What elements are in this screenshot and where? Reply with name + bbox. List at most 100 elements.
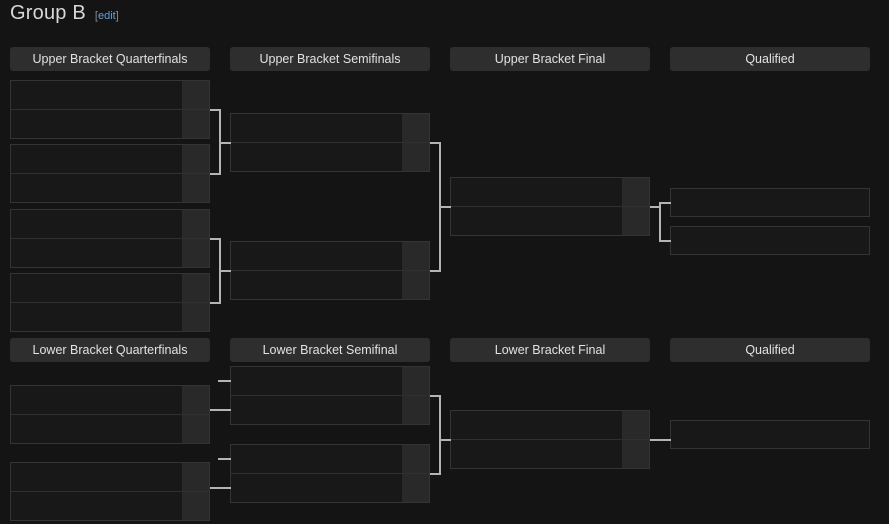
opponent-name (11, 210, 182, 238)
match-row-top[interactable] (231, 242, 429, 270)
match-upper-qf-1[interactable] (10, 80, 210, 139)
match-row-top[interactable] (11, 463, 209, 491)
match-row-bottom[interactable] (231, 473, 429, 502)
connector-upper-qualified-1-in (659, 202, 671, 204)
opponent-name (11, 463, 182, 491)
opponent-score (182, 145, 209, 173)
match-row-bottom[interactable] (11, 302, 209, 331)
match-row-bottom[interactable] (11, 414, 209, 443)
opponent-score (402, 143, 429, 171)
header-label: Qualified (745, 52, 795, 66)
match-row-top[interactable] (231, 367, 429, 395)
header-upper-quarterfinals: Upper Bracket Quarterfinals (10, 47, 210, 71)
opponent-score (622, 178, 649, 206)
qualified-slot-upper-2[interactable] (670, 226, 870, 255)
qualified-slot-upper-1[interactable] (670, 188, 870, 217)
match-row-bottom[interactable] (11, 173, 209, 202)
match-row-top[interactable] (11, 81, 209, 109)
opponent-name (11, 145, 182, 173)
opponent-score (402, 271, 429, 299)
opponent-name (11, 274, 182, 302)
match-row-top[interactable] (11, 145, 209, 173)
edit-link[interactable]: edit (98, 10, 116, 22)
connector-upper-final-join-top (439, 142, 441, 206)
match-row-top[interactable] (451, 411, 649, 439)
opponent-name (451, 440, 622, 468)
match-upper-sf-1[interactable] (230, 113, 430, 172)
match-row-bottom[interactable] (11, 109, 209, 138)
opponent-name (11, 386, 182, 414)
match-row-top[interactable] (231, 445, 429, 473)
match-row-top[interactable] (11, 274, 209, 302)
connector-upper-qualified-split (659, 202, 661, 242)
header-upper-semifinals: Upper Bracket Semifinals (230, 47, 430, 71)
match-row-bottom[interactable] (11, 491, 209, 520)
opponent-name (451, 411, 622, 439)
opponent-score (622, 440, 649, 468)
opponent-name (11, 81, 182, 109)
header-label: Upper Bracket Final (494, 52, 606, 66)
match-row-bottom[interactable] (451, 206, 649, 235)
qualified-slot-lower-1[interactable] (670, 420, 870, 449)
page-title-bar: Group B [edit] (10, 2, 119, 32)
opponent-score (182, 81, 209, 109)
connector-upper-sf2-join-top (219, 238, 221, 272)
match-row-top[interactable] (11, 386, 209, 414)
opponent-name (231, 242, 402, 270)
match-upper-final[interactable] (450, 177, 650, 236)
match-row-bottom[interactable] (231, 395, 429, 424)
opponent-name (231, 114, 402, 142)
header-upper-final: Upper Bracket Final (450, 47, 650, 71)
connector-lower-final-join-bottom (439, 439, 441, 475)
match-row-bottom[interactable] (451, 439, 649, 468)
match-lower-qf-1[interactable] (10, 385, 210, 444)
opponent-score (182, 174, 209, 202)
match-row-top[interactable] (451, 178, 649, 206)
match-lower-sf-2[interactable] (230, 444, 430, 503)
connector-lower-qf2-out (210, 487, 231, 489)
match-lower-sf-1[interactable] (230, 366, 430, 425)
edit-section: [edit] (95, 10, 119, 22)
opponent-score (182, 386, 209, 414)
header-lower-quarterfinals: Lower Bracket Quarterfinals (10, 338, 210, 362)
header-upper-qualified: Qualified (670, 47, 870, 71)
tournament-bracket-page: Group B [edit] Upper Bracket Quarterfina… (0, 0, 889, 524)
opponent-score (182, 239, 209, 267)
match-upper-qf-4[interactable] (10, 273, 210, 332)
opponent-name (231, 474, 402, 502)
opponent-name (231, 396, 402, 424)
opponent-name (231, 367, 402, 395)
page-title: Group B (10, 2, 86, 24)
opponent-name (451, 207, 622, 235)
match-row-bottom[interactable] (11, 238, 209, 267)
opponent-score (402, 242, 429, 270)
match-row-bottom[interactable] (231, 270, 429, 299)
opponent-name (451, 178, 622, 206)
match-lower-qf-2[interactable] (10, 462, 210, 521)
opponent-score (182, 210, 209, 238)
match-row-top[interactable] (11, 210, 209, 238)
header-label: Lower Bracket Semifinal (262, 343, 398, 357)
header-label: Lower Bracket Final (494, 343, 606, 357)
connector-upper-final-join-bottom (439, 206, 441, 272)
opponent-name (11, 303, 182, 331)
header-label: Qualified (745, 343, 795, 357)
opponent-score (622, 207, 649, 235)
match-upper-sf-2[interactable] (230, 241, 430, 300)
connector-upper-sf1-in (219, 142, 231, 144)
opponent-score (182, 274, 209, 302)
opponent-name (11, 415, 182, 443)
opponent-score (402, 474, 429, 502)
match-row-bottom[interactable] (231, 142, 429, 171)
opponent-score (622, 411, 649, 439)
opponent-score (182, 110, 209, 138)
match-upper-qf-2[interactable] (10, 144, 210, 203)
header-label: Lower Bracket Quarterfinals (32, 343, 188, 357)
match-upper-qf-3[interactable] (10, 209, 210, 268)
connector-upper-final-in (439, 206, 451, 208)
opponent-score (402, 396, 429, 424)
connector-lower-final-in (439, 439, 451, 441)
match-row-top[interactable] (231, 114, 429, 142)
connector-lower-qf1-out (210, 409, 231, 411)
match-lower-final[interactable] (450, 410, 650, 469)
